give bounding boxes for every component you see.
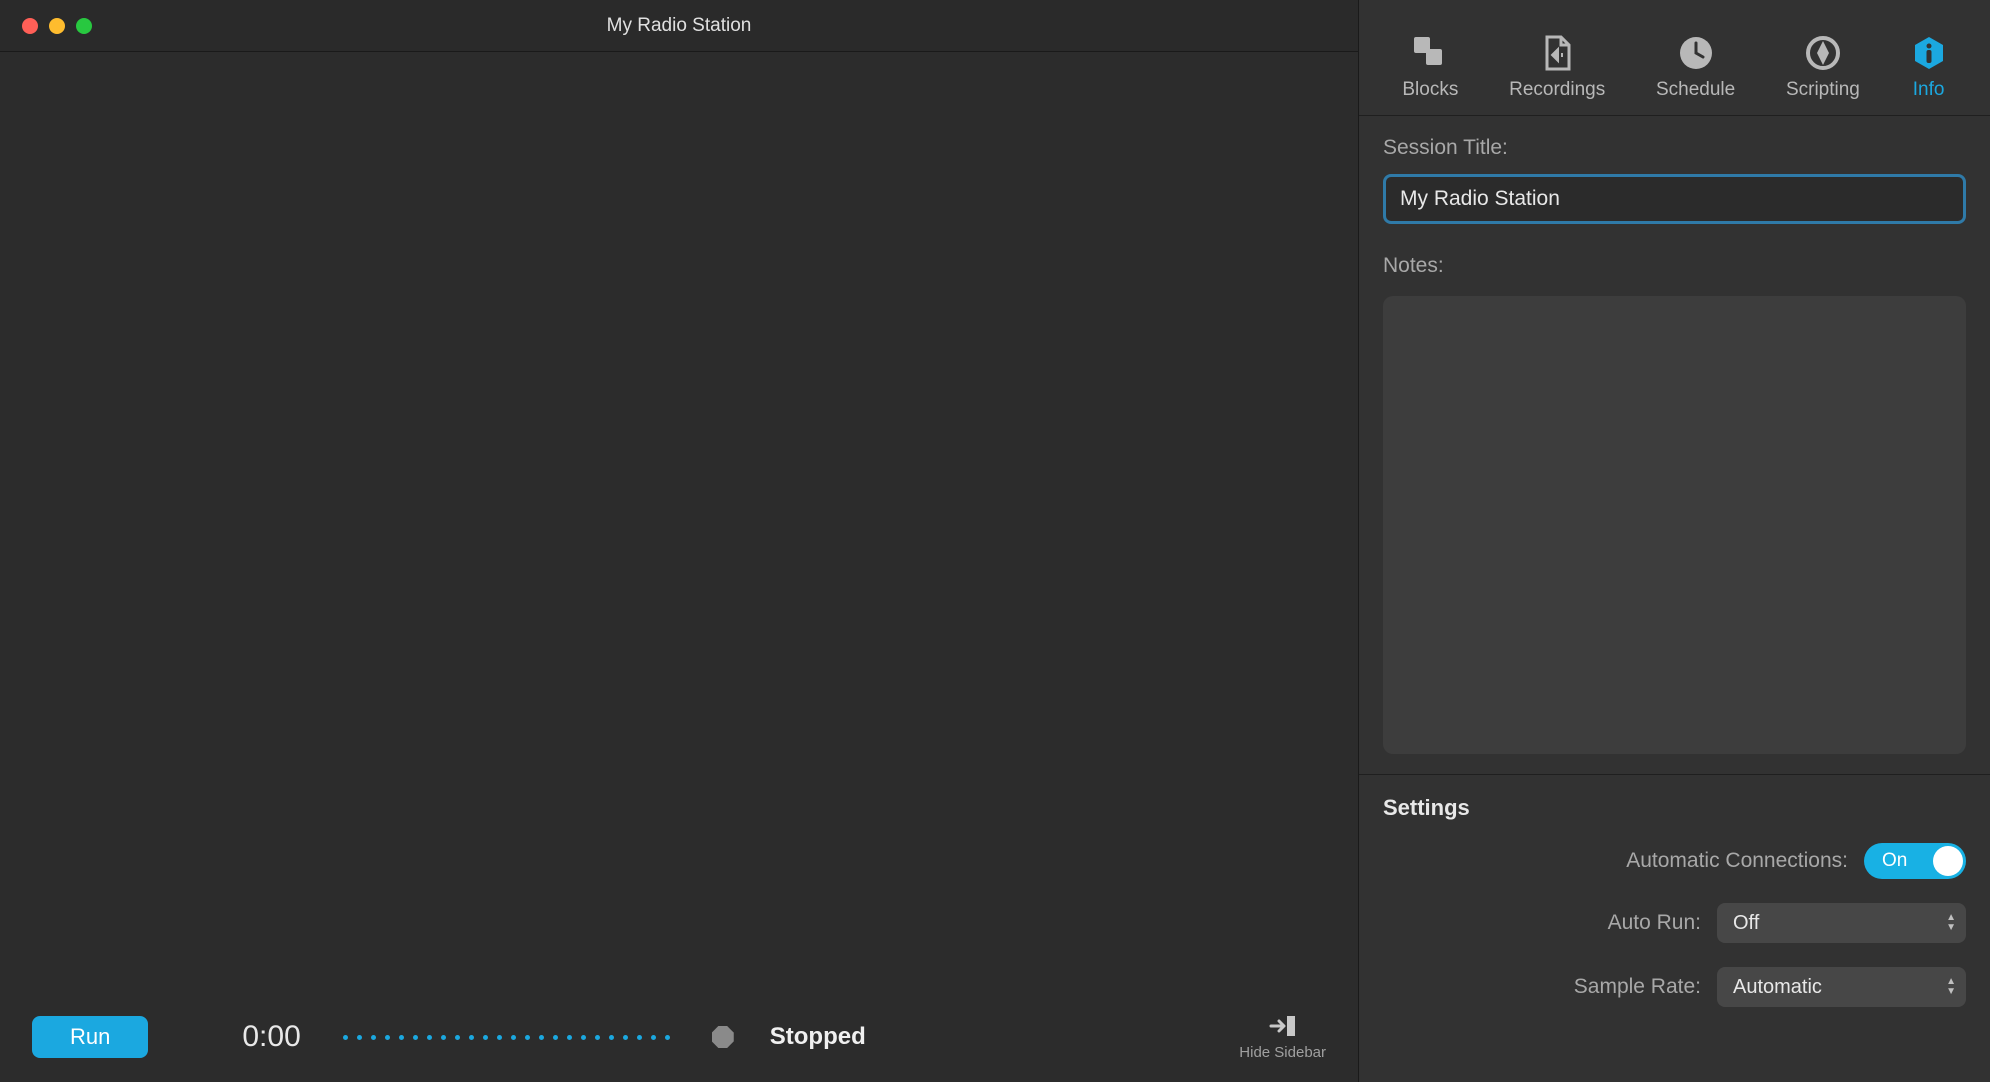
auto-run-value: Off [1733,912,1759,935]
settings-heading: Settings [1383,795,1966,821]
minimize-window-button[interactable] [49,18,65,34]
titlebar: My Radio Station [0,0,1358,52]
bottom-bar: Run 0:00 Stopped Hide Sidebar [0,992,1358,1082]
sample-rate-label: Sample Rate: [1574,975,1701,999]
session-title-input[interactable] [1383,174,1966,224]
scripting-icon [1805,35,1841,71]
hide-sidebar-icon [1269,1014,1297,1038]
recordings-icon [1539,35,1575,71]
app-root: My Radio Station Run 0:00 Stopped Hide S… [0,0,1990,1082]
run-button[interactable]: Run [32,1016,148,1058]
hide-sidebar-button[interactable]: Hide Sidebar [1239,1014,1326,1061]
main-canvas[interactable] [0,52,1358,992]
info-panel: Session Title: Notes: [1359,116,1990,774]
toggle-value: On [1882,850,1907,872]
tab-recordings-label: Recordings [1509,79,1605,101]
tab-schedule-label: Schedule [1656,79,1735,101]
hide-sidebar-label: Hide Sidebar [1239,1044,1326,1061]
toggle-knob [1933,846,1963,876]
auto-run-label: Auto Run: [1608,911,1701,935]
maximize-window-button[interactable] [76,18,92,34]
stop-icon [712,1026,734,1048]
session-title-label: Session Title: [1383,136,1966,160]
main-panel: My Radio Station Run 0:00 Stopped Hide S… [0,0,1358,1082]
auto-connections-label: Automatic Connections: [1626,849,1848,873]
setting-auto-run: Auto Run: Off ▲▼ [1383,903,1966,943]
tab-blocks-label: Blocks [1402,79,1458,101]
sidebar: Blocks Recordings Schedule [1358,0,1990,1082]
tab-scripting-label: Scripting [1786,79,1860,101]
notes-textarea[interactable] [1383,296,1966,754]
status-text: Stopped [770,1023,866,1051]
traffic-lights [0,18,92,34]
tab-recordings[interactable]: Recordings [1509,35,1605,101]
tab-schedule[interactable]: Schedule [1656,35,1735,101]
close-window-button[interactable] [22,18,38,34]
setting-sample-rate: Sample Rate: Automatic ▲▼ [1383,967,1966,1007]
blocks-icon [1412,35,1448,71]
progress-dots [343,1035,670,1040]
auto-run-dropdown[interactable]: Off ▲▼ [1717,903,1966,943]
setting-auto-connections: Automatic Connections: On [1383,843,1966,879]
stepper-icon: ▲▼ [1946,978,1956,996]
settings-section: Settings Automatic Connections: On Auto … [1359,774,1990,1051]
sidebar-tabs: Blocks Recordings Schedule [1359,0,1990,116]
time-display: 0:00 [242,1020,300,1054]
schedule-icon [1678,35,1714,71]
tab-info-label: Info [1913,79,1945,101]
auto-connections-toggle[interactable]: On [1864,843,1966,879]
stepper-icon: ▲▼ [1946,914,1956,932]
window-title: My Radio Station [607,15,752,37]
sample-rate-dropdown[interactable]: Automatic ▲▼ [1717,967,1966,1007]
notes-label: Notes: [1383,254,1966,278]
info-icon [1911,35,1947,71]
tab-blocks[interactable]: Blocks [1402,35,1458,101]
tab-info[interactable]: Info [1911,35,1947,101]
sample-rate-value: Automatic [1733,976,1822,999]
tab-scripting[interactable]: Scripting [1786,35,1860,101]
